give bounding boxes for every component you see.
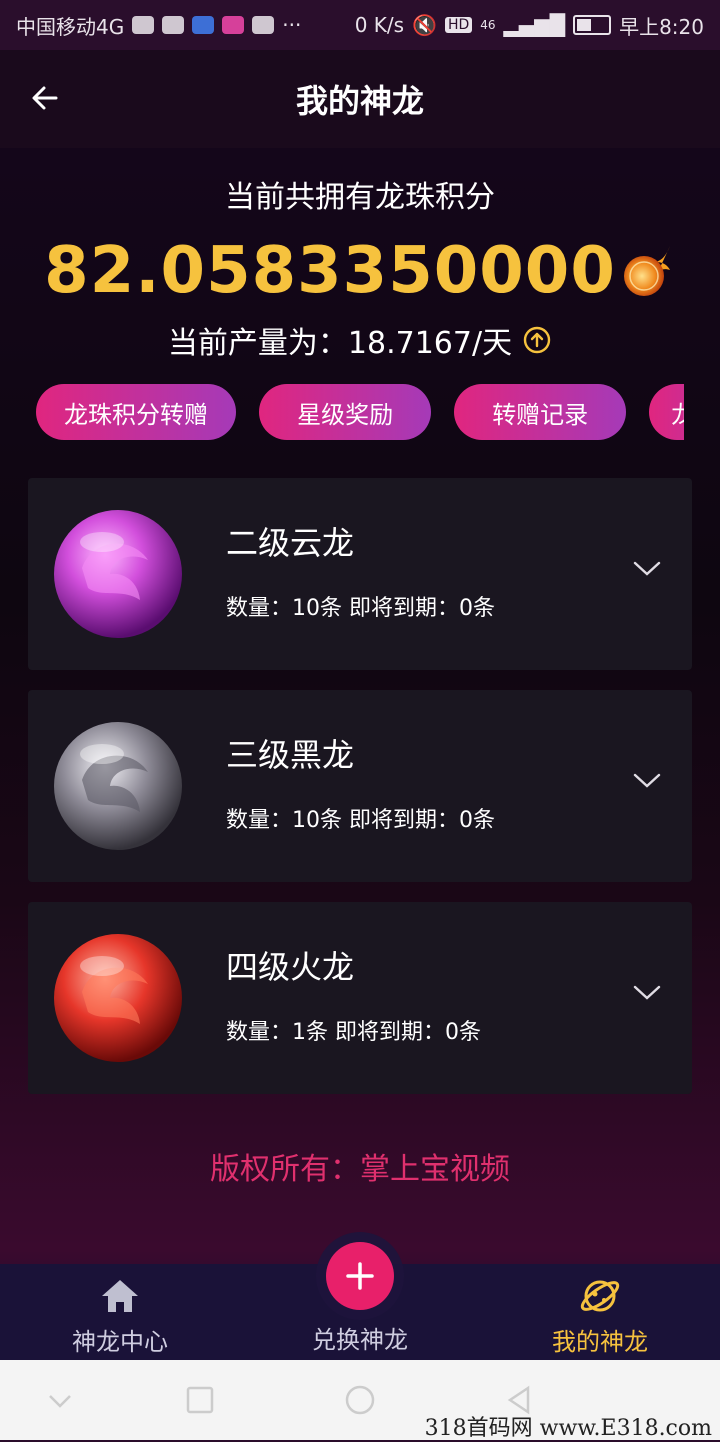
red-dragon-orb-icon <box>54 934 182 1062</box>
status-bar: 中国移动4G ··· 0 K/s 🔇 HD 46 ▂▄▆█ 早上8:20 <box>0 0 720 50</box>
chevron-down-icon[interactable] <box>632 982 662 1002</box>
mute-icon: 🔇 <box>412 13 437 37</box>
purple-dragon-orb-icon <box>54 510 182 638</box>
more-icon: ··· <box>282 13 302 37</box>
points-summary: 当前共拥有龙珠积分 82.0583350000 当前产量为：18.7167/天 <box>0 172 720 362</box>
network-speed: 0 K/s <box>354 13 405 37</box>
planet-icon <box>580 1280 620 1312</box>
wechat-icon <box>132 16 155 34</box>
copyright-text: 版权所有：掌上宝视频 <box>210 1152 510 1187</box>
grey-dragon-orb-icon <box>54 722 182 850</box>
transfer-records-button[interactable]: 转赠记录 <box>454 384 627 440</box>
back-arrow-icon[interactable] <box>28 78 68 118</box>
dragon-card-fire[interactable]: 四级火龙 数量：1条 即将到期：0条 <box>28 902 692 1094</box>
dragon-detail: 数量：10条 即将到期：0条 <box>226 596 495 621</box>
signal-icon: ▂▄▆█ <box>503 13 566 37</box>
more-action-button[interactable]: 龙 <box>649 384 684 440</box>
arrow-up-circle-icon[interactable] <box>522 325 552 355</box>
transfer-points-button[interactable]: 龙珠积分转赠 <box>36 384 236 440</box>
tab-label: 我的神龙 <box>552 1328 648 1356</box>
hd-badge: HD <box>444 17 473 33</box>
tab-label: 神龙中心 <box>72 1328 168 1356</box>
tab-dragon-center[interactable]: 神龙中心 <box>0 1264 240 1360</box>
battery-icon <box>573 15 612 35</box>
chat-icon <box>162 16 185 34</box>
dragon-card-cloud[interactable]: 二级云龙 数量：10条 即将到期：0条 <box>28 478 692 670</box>
page-title: 我的神龙 <box>295 82 424 120</box>
cloud-icon <box>252 16 275 34</box>
nav-bar: 我的神龙 <box>0 50 720 148</box>
carrier-label: 中国移动4G <box>16 14 125 39</box>
points-label: 当前共拥有龙珠积分 <box>225 180 495 215</box>
action-pills: 龙珠积分转赠 星级奖励 转赠记录 龙 <box>36 384 684 442</box>
dragon-detail: 数量：10条 即将到期：0条 <box>226 808 495 833</box>
home-circle-icon[interactable] <box>344 1384 376 1416</box>
dragon-name: 二级云龙 <box>226 524 355 562</box>
plus-icon <box>346 1262 374 1290</box>
exchange-dragon-button[interactable] <box>326 1242 394 1310</box>
dragon-card-black[interactable]: 三级黑龙 数量：10条 即将到期：0条 <box>28 690 692 882</box>
tab-my-dragon[interactable]: 我的神龙 <box>480 1264 720 1360</box>
baidu-icon <box>192 16 215 34</box>
hide-keyboard-icon[interactable] <box>44 1384 76 1416</box>
points-value: 82.0583350000 <box>44 234 616 308</box>
recent-apps-icon[interactable] <box>184 1384 216 1416</box>
dragon-detail: 数量：1条 即将到期：0条 <box>226 1020 481 1045</box>
fireball-coin-icon <box>623 246 670 296</box>
star-reward-button[interactable]: 星级奖励 <box>259 384 432 440</box>
watermark: 318首码网 www.E318.com <box>424 1416 712 1441</box>
network-type: 46 <box>480 18 496 32</box>
production-rate: 当前产量为：18.7167/天 <box>167 326 513 361</box>
app-icon <box>222 16 245 34</box>
chevron-down-icon[interactable] <box>632 558 662 578</box>
clock: 早上8:20 <box>619 14 704 39</box>
chevron-down-icon[interactable] <box>632 770 662 790</box>
dragon-name: 四级火龙 <box>226 948 355 986</box>
dragon-name: 三级黑龙 <box>226 736 355 774</box>
home-icon <box>102 1280 138 1312</box>
tab-exchange-dragon-label[interactable]: 兑换神龙 <box>240 1320 480 1355</box>
